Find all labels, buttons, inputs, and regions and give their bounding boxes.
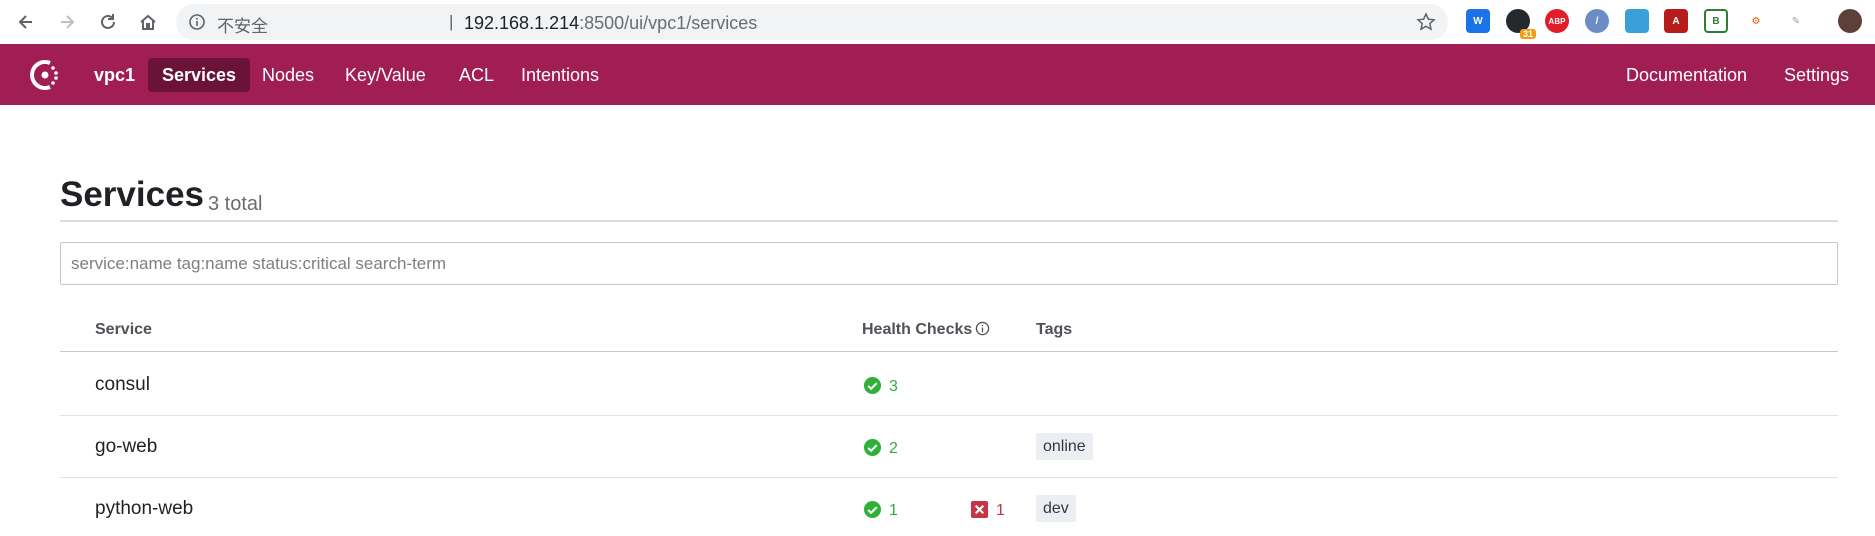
header-divider bbox=[60, 351, 1838, 352]
github-icon[interactable]: 31 bbox=[1506, 9, 1536, 39]
consul-logo-icon[interactable] bbox=[26, 56, 64, 94]
check-circle-icon bbox=[863, 500, 882, 518]
passing-count: 1 bbox=[889, 502, 898, 519]
url-path: :8500/ui/vpc1/services bbox=[579, 13, 758, 33]
service-name[interactable]: go-web bbox=[95, 436, 157, 458]
nav-acl[interactable]: ACL bbox=[445, 58, 508, 92]
info-icon[interactable] bbox=[188, 13, 206, 31]
info-icon[interactable] bbox=[975, 321, 990, 336]
nav-settings[interactable]: Settings bbox=[1770, 58, 1863, 92]
separator: | bbox=[449, 12, 454, 31]
critical-checks: 1 bbox=[970, 498, 1005, 520]
url-host: 192.168.1.214 bbox=[464, 13, 580, 33]
pdf-icon[interactable]: A bbox=[1664, 9, 1688, 33]
service-count: 3 total bbox=[208, 193, 263, 215]
page-title: Services bbox=[60, 175, 205, 214]
arrow-left-icon bbox=[18, 15, 32, 29]
address-bar[interactable]: 不安全 | 192.168.1.214:8500/ui/vpc1/service… bbox=[176, 4, 1448, 40]
nav-services[interactable]: Services bbox=[148, 58, 251, 92]
critical-x-icon bbox=[970, 500, 989, 518]
consul-top-nav: vpc1 Services Nodes Key/Value ACL Intent… bbox=[0, 44, 1875, 105]
back-button[interactable] bbox=[12, 8, 40, 36]
nav-key-value[interactable]: Key/Value bbox=[331, 58, 440, 92]
service-name[interactable]: python-web bbox=[95, 498, 193, 520]
column-header-tags: Tags bbox=[1036, 321, 1073, 338]
passing-count: 2 bbox=[889, 440, 898, 457]
column-header-service[interactable]: Service bbox=[95, 321, 152, 339]
arrow-right-icon bbox=[61, 15, 75, 29]
datacenter-selector[interactable]: vpc1 bbox=[80, 58, 149, 92]
passing-count: 3 bbox=[889, 378, 898, 395]
reload-icon bbox=[101, 14, 115, 29]
service-name[interactable]: consul bbox=[95, 374, 150, 396]
table-row[interactable]: python-web 1 1 dev bbox=[60, 478, 1838, 536]
service-tag: online bbox=[1036, 433, 1093, 460]
title-divider bbox=[60, 220, 1838, 222]
nav-documentation[interactable]: Documentation bbox=[1612, 58, 1761, 92]
forward-button[interactable] bbox=[53, 8, 81, 36]
nav-nodes[interactable]: Nodes bbox=[248, 58, 328, 92]
security-label: 不安全 bbox=[217, 17, 268, 37]
home-button[interactable] bbox=[134, 8, 162, 36]
check-circle-icon bbox=[863, 376, 882, 394]
abp-icon[interactable]: ABP bbox=[1545, 9, 1569, 33]
browser-toolbar: 不安全 | 192.168.1.214:8500/ui/vpc1/service… bbox=[0, 0, 1875, 44]
search-box bbox=[60, 242, 1838, 285]
url-text[interactable]: 192.168.1.214:8500/ui/vpc1/services bbox=[464, 13, 757, 34]
passing-checks: 3 bbox=[863, 374, 898, 396]
reload-button[interactable] bbox=[94, 8, 122, 36]
avatar[interactable] bbox=[1838, 9, 1862, 33]
graph-icon[interactable]: ⚙ bbox=[1744, 9, 1768, 33]
service-tag: dev bbox=[1036, 495, 1076, 522]
bookmark-star-icon[interactable] bbox=[1416, 12, 1436, 32]
column-header-health[interactable]: Health Checks bbox=[862, 321, 990, 339]
tag-icon[interactable]: ✎ bbox=[1784, 9, 1808, 33]
check-circle-icon bbox=[863, 438, 882, 456]
passing-checks: 1 bbox=[863, 498, 898, 520]
w-icon[interactable]: W bbox=[1466, 9, 1490, 33]
passing-checks: 2 bbox=[863, 436, 898, 458]
table-row[interactable]: go-web 2 online bbox=[60, 416, 1838, 478]
nav-intentions[interactable]: Intentions bbox=[507, 58, 613, 92]
column-header-health-label: Health Checks bbox=[862, 321, 973, 338]
pen-icon[interactable]: / bbox=[1585, 9, 1609, 33]
table-row[interactable]: consul 3 bbox=[60, 354, 1838, 416]
search-input[interactable] bbox=[61, 243, 1837, 284]
home-icon bbox=[140, 14, 156, 30]
leaf-icon[interactable]: B bbox=[1704, 9, 1728, 33]
shield-icon[interactable] bbox=[1625, 9, 1649, 33]
critical-count: 1 bbox=[996, 502, 1005, 519]
extension-badge: 31 bbox=[1519, 29, 1536, 39]
